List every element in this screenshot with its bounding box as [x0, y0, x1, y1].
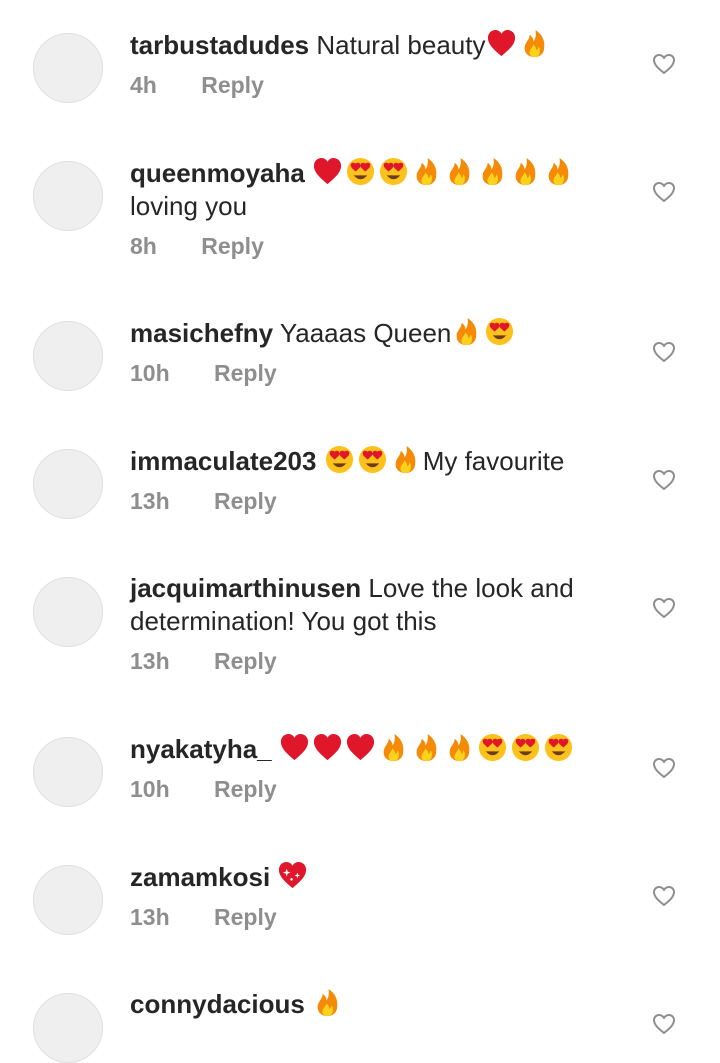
- comment-username[interactable]: nyakatyha_: [130, 734, 272, 764]
- fire-emoji-icon: [411, 156, 442, 187]
- comment-line: jacquimarthinusen Love the look and dete…: [130, 572, 610, 638]
- comment-text: Natural beauty: [316, 30, 486, 60]
- like-button[interactable]: [652, 53, 676, 75]
- comment-body: immaculate203 My favourite 13h Reply: [130, 444, 610, 516]
- comment-meta: 13h Reply: [130, 902, 610, 932]
- comment-username[interactable]: connydacious: [130, 989, 305, 1019]
- comment-username[interactable]: immaculate203: [130, 446, 316, 476]
- heart-eyes-emoji-icon: [324, 444, 355, 475]
- comment-meta: 13h Reply: [130, 646, 610, 676]
- fire-emoji-icon: [510, 156, 541, 187]
- comment-line: tarbustadudes Natural beauty: [130, 28, 610, 62]
- fire-emoji-icon: [378, 732, 409, 763]
- avatar[interactable]: [33, 161, 103, 231]
- reply-button[interactable]: Reply: [214, 902, 277, 932]
- heart-outline-icon: [653, 342, 675, 362]
- comment-text: Yaaaas Queen: [279, 318, 452, 348]
- like-button[interactable]: [652, 469, 676, 491]
- like-button[interactable]: [652, 1013, 676, 1035]
- heart-outline-icon: [653, 758, 675, 778]
- comment-line: connydacious: [130, 987, 610, 1021]
- comment-meta: 8h Reply: [130, 231, 610, 261]
- like-button[interactable]: [652, 757, 676, 779]
- comment-line: nyakatyha_: [130, 732, 610, 766]
- heart-eyes-emoji-icon: [510, 732, 541, 763]
- heart-eyes-emoji-icon: [543, 732, 574, 763]
- comment-time: 10h: [130, 776, 170, 802]
- comment-body: connydacious: [130, 987, 610, 1021]
- reply-button[interactable]: Reply: [214, 774, 277, 804]
- reply-button[interactable]: Reply: [201, 231, 264, 261]
- heart-emoji-icon: [312, 732, 343, 763]
- like-button[interactable]: [652, 885, 676, 907]
- sparkling-heart-emoji-icon: [277, 860, 308, 891]
- comment-line: masichefny Yaaaas Queen: [130, 316, 610, 350]
- comment-username[interactable]: tarbustadudes: [130, 30, 309, 60]
- like-button[interactable]: [652, 597, 676, 619]
- heart-outline-icon: [653, 1014, 675, 1034]
- fire-emoji-icon: [411, 732, 442, 763]
- comment-time: 13h: [130, 648, 170, 674]
- heart-outline-icon: [653, 470, 675, 490]
- comment-text: My favourite: [422, 446, 565, 476]
- fire-emoji-icon: [444, 732, 475, 763]
- heart-outline-icon: [653, 598, 675, 618]
- heart-eyes-emoji-icon: [477, 732, 508, 763]
- comment-body: jacquimarthinusen Love the look and dete…: [130, 572, 610, 676]
- avatar[interactable]: [33, 449, 103, 519]
- heart-emoji-icon: [279, 732, 310, 763]
- fire-emoji-icon: [519, 28, 550, 59]
- comment-body: zamamkosi 13h Reply: [130, 860, 610, 932]
- heart-eyes-emoji-icon: [357, 444, 388, 475]
- comment-username[interactable]: jacquimarthinusen: [130, 573, 361, 603]
- comment-time: 13h: [130, 904, 170, 930]
- heart-emoji-icon: [486, 28, 517, 59]
- like-button[interactable]: [652, 341, 676, 363]
- comment-time: 4h: [130, 72, 157, 98]
- comment-time: 10h: [130, 360, 170, 386]
- heart-eyes-emoji-icon: [345, 156, 376, 187]
- heart-outline-icon: [653, 886, 675, 906]
- comment-text: loving you: [130, 191, 248, 221]
- comment-body: masichefny Yaaaas Queen 10h Reply: [130, 316, 610, 388]
- fire-emoji-icon: [390, 444, 421, 475]
- avatar[interactable]: [33, 577, 103, 647]
- comment-username[interactable]: zamamkosi: [130, 862, 270, 892]
- comment-time: 13h: [130, 488, 170, 514]
- fire-emoji-icon: [477, 156, 508, 187]
- fire-emoji-icon: [451, 316, 482, 347]
- comment-line: queenmoyaha: [130, 156, 610, 190]
- comment-body: nyakatyha_ 10h Reply: [130, 732, 610, 804]
- heart-outline-icon: [653, 54, 675, 74]
- avatar[interactable]: [33, 865, 103, 935]
- heart-eyes-emoji-icon: [484, 316, 515, 347]
- avatar[interactable]: [33, 321, 103, 391]
- comment-time: 8h: [130, 233, 157, 259]
- like-button[interactable]: [652, 181, 676, 203]
- comment-body: queenmoyaha loving you 8h Reply: [130, 156, 610, 261]
- fire-emoji-icon: [312, 987, 343, 1018]
- reply-button[interactable]: Reply: [201, 70, 264, 100]
- heart-outline-icon: [653, 182, 675, 202]
- comment-meta: 4h Reply: [130, 70, 610, 100]
- heart-emoji-icon: [345, 732, 376, 763]
- avatar[interactable]: [33, 33, 103, 103]
- heart-emoji-icon: [312, 156, 343, 187]
- comment-line: immaculate203 My favourite: [130, 444, 610, 478]
- comment-meta: 10h Reply: [130, 358, 610, 388]
- comment-username[interactable]: masichefny: [130, 318, 273, 348]
- reply-button[interactable]: Reply: [214, 486, 277, 516]
- fire-emoji-icon: [444, 156, 475, 187]
- comment-meta: 13h Reply: [130, 486, 610, 516]
- comment-line: zamamkosi: [130, 860, 610, 894]
- heart-eyes-emoji-icon: [378, 156, 409, 187]
- reply-button[interactable]: Reply: [214, 646, 277, 676]
- reply-button[interactable]: Reply: [214, 358, 277, 388]
- avatar[interactable]: [33, 737, 103, 807]
- comment-username[interactable]: queenmoyaha: [130, 158, 305, 188]
- fire-emoji-icon: [543, 156, 574, 187]
- comment-meta: 10h Reply: [130, 774, 610, 804]
- comment-body: tarbustadudes Natural beauty 4h Reply: [130, 28, 610, 100]
- avatar[interactable]: [33, 993, 103, 1063]
